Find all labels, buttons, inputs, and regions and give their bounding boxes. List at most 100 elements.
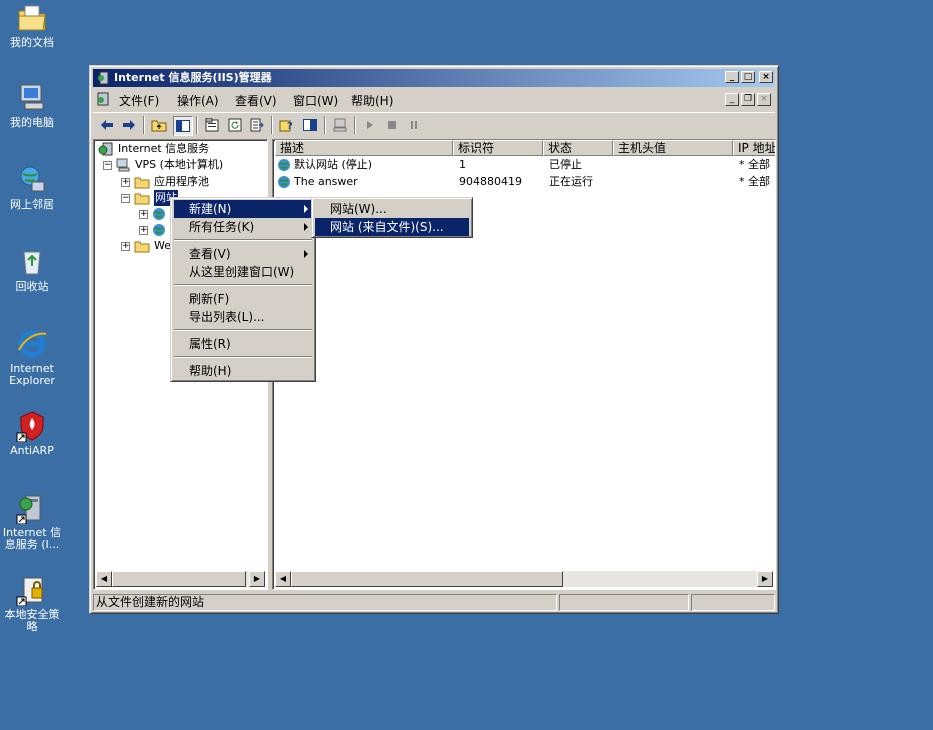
my-documents-icon xyxy=(18,5,46,31)
globe-icon xyxy=(153,208,165,220)
folder-icon xyxy=(134,241,150,253)
close-button[interactable]: × xyxy=(759,71,773,83)
collapse-icon[interactable]: − xyxy=(121,194,130,203)
pause-button[interactable] xyxy=(405,116,423,134)
mdi-minimize-button[interactable]: _ xyxy=(725,93,739,106)
folder-icon xyxy=(134,193,150,205)
scroll-right-button[interactable]: ▶ xyxy=(757,571,773,587)
cell-status: 已停止 xyxy=(549,158,582,171)
collapse-icon[interactable]: − xyxy=(103,161,112,170)
folder-icon xyxy=(134,177,150,189)
list-horizontal-scrollbar[interactable]: ◀ ▶ xyxy=(275,571,773,587)
menu-help[interactable]: 帮助(H) xyxy=(351,92,393,109)
context-menu-view[interactable]: 查看(V) xyxy=(174,245,312,263)
title-bar[interactable]: Internet 信息服务(IIS)管理器 _ □ × xyxy=(93,69,775,87)
minimize-button[interactable]: _ xyxy=(725,71,739,83)
column-header-host-header[interactable]: 主机头值 xyxy=(613,140,733,156)
desktop-icon-label: 我的文档 xyxy=(10,36,54,49)
desktop-icon-label: 网上邻居 xyxy=(10,198,54,211)
globe-running-icon xyxy=(278,176,290,188)
context-menu-new[interactable]: 新建(N) xyxy=(174,200,312,218)
menu-window[interactable]: 窗口(W) xyxy=(293,92,338,109)
context-menu-refresh[interactable]: 刷新(F) xyxy=(174,290,312,308)
scroll-thumb[interactable] xyxy=(291,571,563,587)
globe-icon xyxy=(153,224,165,236)
up-level-button[interactable] xyxy=(150,116,168,134)
help-icon: ? xyxy=(279,120,293,132)
new-submenu: 网站(W)... 网站 (来自文件)(S)... xyxy=(311,197,473,238)
column-header-ip-address[interactable]: IP 地址 xyxy=(733,140,775,156)
cell-description: The answer xyxy=(294,175,358,188)
forward-arrow-icon xyxy=(123,120,135,130)
tree-label: 应用程序池 xyxy=(154,175,209,188)
expand-icon[interactable]: + xyxy=(139,226,148,235)
cell-identifier: 1 xyxy=(459,158,466,171)
column-header-identifier[interactable]: 标识符 xyxy=(453,140,543,156)
start-button[interactable] xyxy=(361,116,379,134)
scroll-right-button[interactable]: ▶ xyxy=(249,571,265,587)
submenu-website[interactable]: 网站(W)... xyxy=(315,200,469,218)
stop-icon xyxy=(388,121,396,129)
tree-label: VPS (本地计算机) xyxy=(135,158,224,171)
mdi-close-button[interactable]: × xyxy=(757,93,771,106)
show-hide-tree-button[interactable] xyxy=(173,116,193,136)
context-menu-export-list[interactable]: 导出列表(L)... xyxy=(174,308,312,326)
column-header-description[interactable]: 描述 xyxy=(275,140,453,156)
submenu-website-from-file[interactable]: 网站 (来自文件)(S)... xyxy=(315,218,469,236)
cell-status: 正在运行 xyxy=(549,175,593,188)
desktop-icon-recycle-bin[interactable]: 回收站 xyxy=(0,246,64,293)
toolbar-separator xyxy=(324,116,326,134)
back-button[interactable] xyxy=(98,116,116,134)
pause-icon xyxy=(411,121,417,129)
tree-horizontal-scrollbar[interactable]: ◀ ▶ xyxy=(96,571,265,587)
desktop-icon-internet-explorer[interactable]: Internet Explorer xyxy=(0,328,64,387)
menu-action[interactable]: 操作(A) xyxy=(177,92,219,109)
menu-bar: 文件(F) 操作(A) 查看(V) 窗口(W) 帮助(H) _ ❐ × xyxy=(93,89,775,109)
menu-view[interactable]: 查看(V) xyxy=(235,92,277,109)
cell-ip-address: * 全部 xyxy=(739,158,770,171)
context-menu-new-window[interactable]: 从这里创建窗口(W) xyxy=(174,263,312,281)
context-menu-all-tasks[interactable]: 所有任务(K) xyxy=(174,218,312,236)
refresh-button[interactable] xyxy=(226,116,244,134)
mmc-view-button[interactable] xyxy=(301,116,319,134)
mdi-restore-button[interactable]: ❐ xyxy=(741,93,755,106)
context-menu-help[interactable]: 帮助(H) xyxy=(174,362,312,380)
scroll-left-button[interactable]: ◀ xyxy=(275,571,291,587)
my-computer-icon xyxy=(20,84,44,110)
context-menu-properties[interactable]: 属性(R) xyxy=(174,335,312,353)
table-row[interactable]: The answer 904880419 正在运行 * 全部 xyxy=(275,174,775,190)
properties-button[interactable] xyxy=(203,116,221,134)
console-tree-icon xyxy=(176,120,190,132)
computer-button[interactable] xyxy=(331,116,349,134)
forward-button[interactable] xyxy=(120,116,138,134)
security-policy-icon xyxy=(16,577,43,606)
mmc-console-icon xyxy=(97,92,109,106)
desktop-icon-network-places[interactable]: 网上邻居 xyxy=(0,164,64,211)
svg-text:?: ? xyxy=(287,121,293,132)
expand-icon[interactable]: + xyxy=(121,242,130,251)
desktop-icon-iis[interactable]: Internet 信息服务 (I... xyxy=(0,492,64,551)
desktop-icon-security-policy[interactable]: 本地安全策略 xyxy=(0,574,64,633)
menu-file[interactable]: 文件(F) xyxy=(119,92,159,109)
export-list-button[interactable] xyxy=(248,116,266,134)
desktop-icon-label: 回收站 xyxy=(15,280,49,293)
cell-ip-address: * 全部 xyxy=(739,175,770,188)
expand-icon[interactable]: + xyxy=(139,210,148,219)
desktop-icon-my-documents[interactable]: 我的文档 xyxy=(0,2,64,49)
scroll-left-button[interactable]: ◀ xyxy=(96,571,112,587)
table-row[interactable]: 默认网站 (停止) 1 已停止 * 全部 xyxy=(275,157,775,173)
column-header-status[interactable]: 状态 xyxy=(543,140,613,156)
desktop-icon-my-computer[interactable]: 我的电脑 xyxy=(0,82,64,129)
submenu-arrow-icon xyxy=(304,205,308,213)
help-button[interactable]: ? xyxy=(278,116,296,134)
stop-button[interactable] xyxy=(383,116,401,134)
maximize-button[interactable]: □ xyxy=(741,71,755,83)
window-title: Internet 信息服务(IIS)管理器 xyxy=(114,71,272,84)
toolbar-separator xyxy=(354,116,356,134)
desktop-icon-antiarp[interactable]: AntiARP xyxy=(0,410,64,457)
scroll-thumb[interactable] xyxy=(112,571,246,587)
expand-icon[interactable]: + xyxy=(121,178,130,187)
desktop-icon-label: 我的电脑 xyxy=(10,116,54,129)
menu-separator xyxy=(174,329,312,331)
iis-app-icon xyxy=(98,71,109,85)
